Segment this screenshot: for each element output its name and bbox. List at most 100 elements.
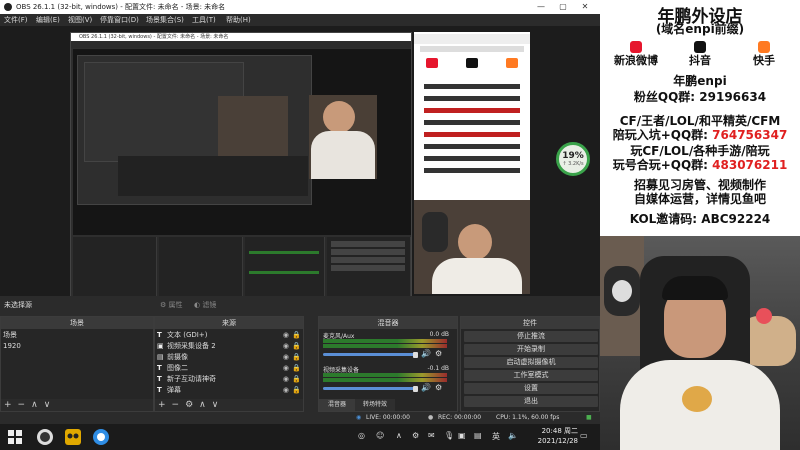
remove-scene-icon[interactable]: − bbox=[18, 400, 26, 410]
social-douyin: 抖音 bbox=[670, 38, 730, 68]
visibility-eye-icon[interactable]: ◉ bbox=[283, 385, 289, 396]
volume-slider[interactable] bbox=[323, 387, 417, 390]
obs-taskbar-icon[interactable] bbox=[36, 428, 54, 446]
plush-husky bbox=[604, 266, 640, 316]
audio-meter bbox=[323, 344, 447, 348]
browser-taskbar-icon[interactable] bbox=[92, 428, 110, 446]
settings-button[interactable]: 设置 bbox=[464, 383, 598, 394]
source-item[interactable]: T 新子互动请神奇 ◉ 🔒 bbox=[157, 374, 303, 385]
lock-icon[interactable]: 🔒 bbox=[292, 352, 301, 363]
nested-webcam bbox=[309, 95, 377, 179]
rec-time: REC: 00:00:00 bbox=[438, 414, 482, 421]
visibility-eye-icon[interactable]: ◉ bbox=[283, 363, 289, 374]
no-source-label: 未选择源 bbox=[4, 301, 32, 309]
recursive-person bbox=[218, 96, 288, 156]
tray-chat-icon[interactable]: ✉ bbox=[428, 431, 435, 440]
line2-prefix: 陪玩入坑+QQ群: bbox=[612, 128, 713, 142]
lock-icon[interactable]: 🔒 bbox=[292, 363, 301, 374]
preview-canvas[interactable]: OBS 26.1.1 (32-bit, windows) - 配置文件: 未命名… bbox=[0, 26, 600, 316]
scene-item[interactable]: 1920 bbox=[3, 341, 151, 352]
source-label: 前摄像 bbox=[167, 353, 188, 361]
close-button[interactable]: ✕ bbox=[574, 0, 596, 14]
menu-view[interactable]: 视图(V) bbox=[68, 14, 92, 26]
nested-menu bbox=[71, 41, 411, 48]
studio-mode-button[interactable]: 工作室模式 bbox=[464, 370, 598, 381]
tray-volume-icon[interactable]: 🔈 bbox=[508, 431, 518, 440]
stop-streaming-button[interactable]: 停止推流 bbox=[464, 331, 598, 342]
minimize-button[interactable]: — bbox=[530, 0, 552, 14]
properties-label: 属性 bbox=[168, 301, 183, 309]
mixer-channel-value: -0.1 dB bbox=[427, 365, 449, 372]
lock-icon[interactable]: 🔒 bbox=[292, 330, 301, 341]
preview-info-panel bbox=[414, 32, 530, 200]
tab-mixer[interactable]: 混音器 bbox=[319, 399, 355, 411]
visibility-eye-icon[interactable]: ◉ bbox=[283, 374, 289, 385]
app-taskbar-icon[interactable] bbox=[64, 428, 82, 446]
lock-icon[interactable]: 🔒 bbox=[292, 374, 301, 385]
source-item[interactable]: ▣ 视频采集设备 2 ◉ 🔒 bbox=[157, 341, 303, 352]
menu-edit[interactable]: 编辑(E) bbox=[36, 14, 60, 26]
start-recording-button[interactable]: 开始录制 bbox=[464, 344, 598, 355]
visibility-eye-icon[interactable]: ◉ bbox=[283, 341, 289, 352]
clock-date: 2021/12/28 bbox=[537, 437, 578, 445]
obs-app-icon bbox=[4, 3, 12, 11]
source-item[interactable]: ▤ 前摄像 ◉ 🔒 bbox=[157, 352, 303, 363]
text-source-icon: T bbox=[157, 375, 162, 383]
menu-tools[interactable]: 工具(T) bbox=[192, 14, 216, 26]
gear-icon[interactable]: ⚙ bbox=[435, 349, 442, 358]
audio-meter bbox=[323, 339, 447, 343]
menu-scene-collection[interactable]: 场景集合(S) bbox=[146, 14, 184, 26]
scene-item[interactable]: 场景 bbox=[3, 330, 151, 341]
text-source-icon: T bbox=[157, 364, 162, 372]
source-item[interactable]: T 文本 (GDI+) ◉ 🔒 bbox=[157, 330, 303, 341]
filters-button[interactable]: ◐ 滤镜 bbox=[194, 298, 216, 312]
virtual-camera-button[interactable]: 启动虚拟摄像机 bbox=[464, 357, 598, 368]
social-label: 快手 bbox=[753, 54, 775, 67]
volume-knob[interactable] bbox=[413, 386, 418, 392]
speaker-icon[interactable]: 🔊 bbox=[421, 383, 431, 392]
remove-source-icon[interactable]: − bbox=[172, 400, 180, 410]
tray-record-icon[interactable]: ▣ bbox=[458, 431, 466, 440]
add-scene-icon[interactable]: + bbox=[4, 400, 12, 410]
menu-file[interactable]: 文件(F) bbox=[4, 14, 28, 26]
lock-icon[interactable]: 🔒 bbox=[292, 341, 301, 352]
visibility-eye-icon[interactable]: ◉ bbox=[283, 352, 289, 363]
properties-button[interactable]: ⚙ 属性 bbox=[160, 298, 183, 312]
maximize-button[interactable]: ▢ bbox=[552, 0, 574, 14]
move-down-icon[interactable]: ∨ bbox=[44, 400, 51, 410]
windows-start-icon[interactable] bbox=[6, 428, 24, 446]
gear-icon[interactable]: ⚙ bbox=[185, 400, 193, 410]
recursive-preview bbox=[77, 55, 312, 205]
gear-icon[interactable]: ⚙ bbox=[435, 383, 442, 392]
controls-header: 控件 bbox=[461, 317, 599, 329]
live-time: LIVE: 00:00:00 bbox=[366, 414, 410, 421]
source-item[interactable]: T 图像二 ◉ 🔒 bbox=[157, 363, 303, 374]
taskbar-clock[interactable]: 20:48 周二 2021/12/28 bbox=[538, 426, 578, 446]
move-down-icon[interactable]: ∨ bbox=[212, 400, 219, 410]
move-up-icon[interactable]: ∧ bbox=[31, 400, 38, 410]
lock-icon[interactable]: 🔒 bbox=[292, 385, 301, 396]
speaker-icon[interactable]: 🔊 bbox=[421, 349, 431, 358]
language-indicator[interactable]: 英 bbox=[492, 431, 500, 442]
tray-mic-icon[interactable]: 🎙 bbox=[444, 431, 454, 440]
scenes-footer: + − ∧ ∨ bbox=[1, 399, 153, 411]
menu-help[interactable]: 帮助(H) bbox=[226, 14, 251, 26]
visibility-eye-icon[interactable]: ◉ bbox=[283, 330, 289, 341]
tray-user-icon[interactable]: ☺ bbox=[376, 431, 384, 440]
add-source-icon[interactable]: + bbox=[158, 400, 166, 410]
tray-network-icon[interactable]: ▤ bbox=[474, 431, 482, 440]
tray-gear-icon[interactable]: ⚙ bbox=[412, 431, 419, 440]
tray-expand-icon[interactable]: ∧ bbox=[396, 431, 402, 440]
volume-slider[interactable] bbox=[323, 353, 417, 356]
move-up-icon[interactable]: ∧ bbox=[199, 400, 206, 410]
webcam-feed bbox=[600, 236, 800, 450]
menu-docks[interactable]: 停靠窗口(D) bbox=[100, 14, 139, 26]
tab-transitions[interactable]: 转场特效 bbox=[355, 399, 395, 411]
social-label: 抖音 bbox=[689, 54, 711, 67]
notification-icon[interactable]: ▭ bbox=[580, 431, 588, 440]
source-item[interactable]: T 弹幕 ◉ 🔒 bbox=[157, 385, 303, 396]
window-title: OBS 26.1.1 (32-bit, windows) - 配置文件: 未命名… bbox=[16, 3, 226, 11]
exit-button[interactable]: 退出 bbox=[464, 396, 598, 407]
volume-knob[interactable] bbox=[413, 352, 418, 358]
tray-app-icon[interactable]: ◎ bbox=[358, 431, 365, 440]
